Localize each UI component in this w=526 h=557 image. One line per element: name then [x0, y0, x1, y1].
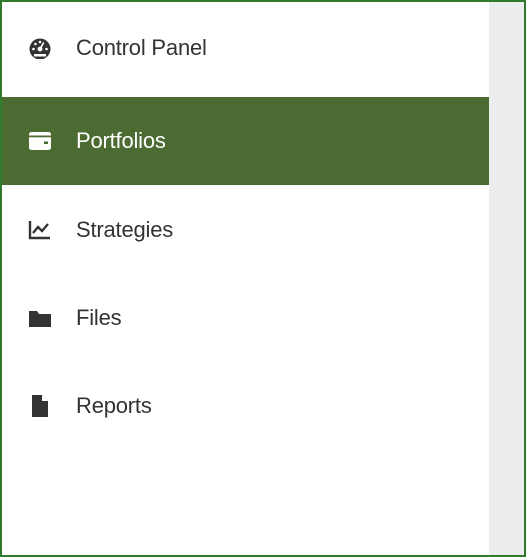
sidebar-item-portfolios[interactable]: Portfolios [2, 97, 494, 185]
sidebar-item-strategies[interactable]: Strategies [2, 186, 489, 274]
sidebar-item-label: Reports [76, 393, 152, 418]
sidebar-item-label: Control Panel [76, 35, 207, 60]
sidebar-item-control-panel[interactable]: Control Panel [2, 4, 489, 92]
sidebar-item-label: Portfolios [76, 128, 166, 153]
wallet-icon [28, 129, 52, 153]
file-icon [28, 394, 52, 418]
sidebar-nav: Control Panel Portfolios Strategies File… [2, 2, 494, 555]
folder-icon [28, 306, 52, 330]
sidebar-item-files[interactable]: Files [2, 274, 489, 362]
sidebar-item-reports[interactable]: Reports [2, 362, 489, 450]
line-chart-icon [28, 218, 52, 242]
tachometer-icon [28, 36, 52, 60]
app-frame: Control Panel Portfolios Strategies File… [0, 0, 526, 557]
content-panel-edge [489, 2, 524, 555]
sidebar-item-label: Strategies [76, 217, 174, 242]
sidebar-item-label: Files [76, 305, 122, 330]
